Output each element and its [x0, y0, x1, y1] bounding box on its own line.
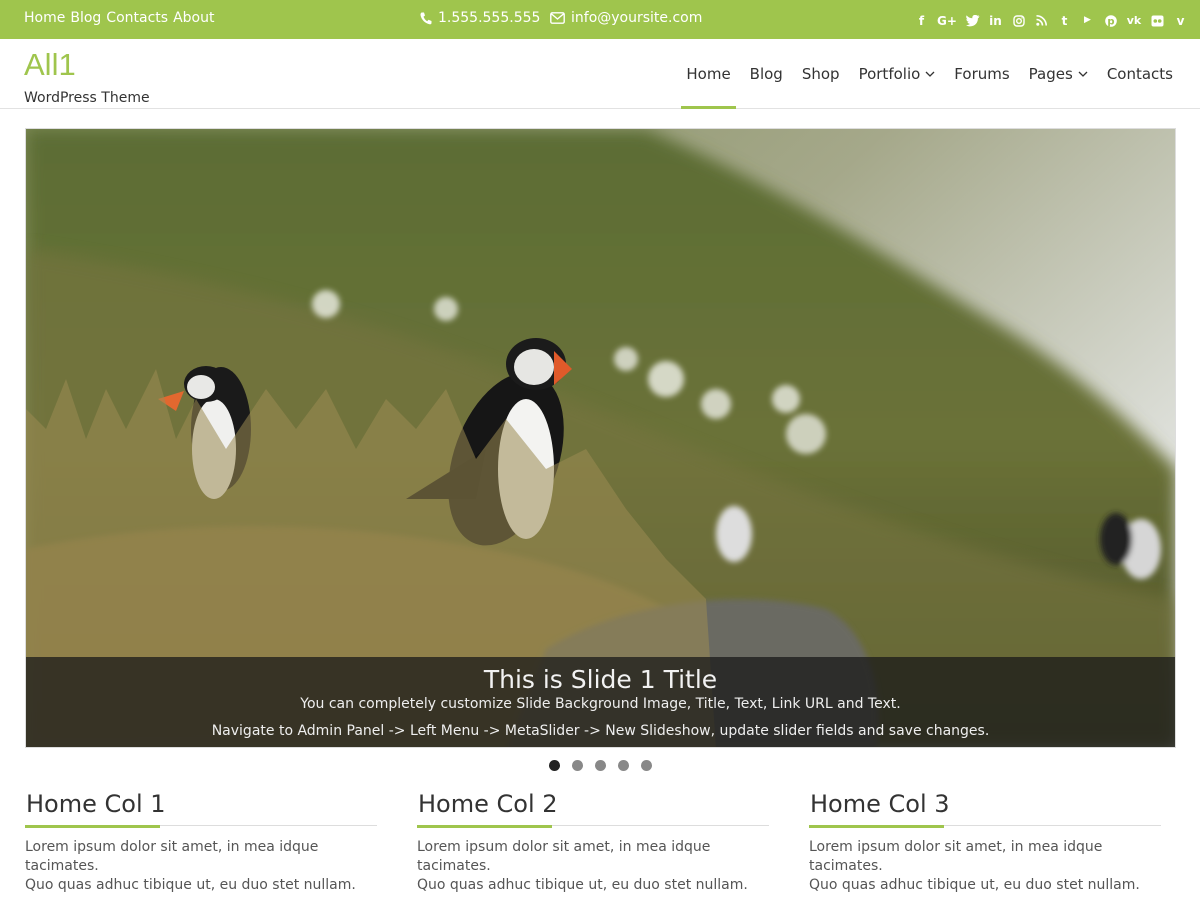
top-link-about[interactable]: About — [173, 10, 214, 26]
top-bar: Home Blog Contacts About 1.555.555.555 i… — [0, 0, 1200, 39]
slider-dot-3[interactable] — [595, 760, 606, 771]
hero-slider[interactable]: This is Slide 1 Title You can completely… — [25, 128, 1176, 748]
nav-item-portfolio[interactable]: Portfolio — [854, 39, 941, 109]
slider-dot-4[interactable] — [618, 760, 629, 771]
phone-number: 1.555.555.555 — [438, 10, 541, 26]
top-link-contacts[interactable]: Contacts — [106, 10, 168, 26]
slide-title: This is Slide 1 Title — [483, 665, 718, 694]
tumblr-icon[interactable]: t — [1057, 13, 1072, 28]
nav-item-label: Forums — [954, 65, 1010, 83]
column-title: Home Col 2 — [418, 790, 558, 818]
phone-contact[interactable]: 1.555.555.555 — [420, 10, 540, 26]
top-link-blog[interactable]: Blog — [70, 10, 101, 26]
nav-item-contacts[interactable]: Contacts — [1102, 39, 1178, 109]
slide-text-line-2: Navigate to Admin Panel -> Left Menu -> … — [211, 723, 990, 739]
youtube-icon[interactable]: ▶ — [1080, 13, 1095, 28]
pinterest-icon[interactable]: p — [1103, 13, 1118, 28]
slide-text-line-1: You can completely customize Slide Backg… — [300, 696, 901, 712]
social-icons: f G+ in t ▶ p vk v — [906, 13, 1188, 28]
slider-pagination — [549, 760, 664, 771]
slider-dot-5[interactable] — [641, 760, 652, 771]
slider-dot-1[interactable] — [549, 760, 560, 771]
envelope-icon — [550, 12, 565, 24]
nav-item-label: Portfolio — [858, 65, 921, 83]
nav-item-label: Blog — [749, 65, 783, 83]
linkedin-icon[interactable]: in — [988, 13, 1003, 28]
vine-icon[interactable]: v — [1173, 13, 1188, 28]
column-text: Lorem ipsum dolor sit amet, in mea idque… — [809, 839, 1140, 893]
nav-item-label: Shop — [801, 65, 840, 83]
top-links: Home Blog Contacts About — [24, 10, 219, 26]
home-column-2: Home Col 2 Lorem ipsum dolor sit amet, i… — [417, 790, 769, 895]
column-divider — [809, 825, 1161, 828]
flickr-icon[interactable] — [1150, 13, 1165, 28]
nav-item-label: Contacts — [1106, 65, 1173, 83]
home-column-1: Home Col 1 Lorem ipsum dolor sit amet, i… — [25, 790, 377, 895]
nav-item-shop[interactable]: Shop — [797, 39, 845, 109]
home-column-3: Home Col 3 Lorem ipsum dolor sit amet, i… — [809, 790, 1161, 895]
rss-icon[interactable] — [1034, 13, 1049, 28]
column-title: Home Col 3 — [810, 790, 950, 818]
nav-item-home[interactable]: Home — [681, 39, 736, 109]
chevron-down-icon — [925, 71, 935, 77]
google-plus-icon[interactable]: G+ — [937, 13, 957, 28]
nav-item-blog[interactable]: Blog — [745, 39, 788, 109]
chevron-down-icon — [1078, 71, 1088, 77]
nav-item-pages[interactable]: Pages — [1024, 39, 1093, 109]
facebook-icon[interactable]: f — [914, 13, 929, 28]
slide-background-image — [26, 129, 1175, 747]
vk-icon[interactable]: vk — [1126, 13, 1142, 28]
twitter-icon[interactable] — [965, 13, 980, 28]
slide-caption: This is Slide 1 Title You can completely… — [26, 657, 1175, 747]
nav-item-label: Home — [686, 65, 731, 83]
column-divider — [25, 825, 377, 828]
svg-text:p: p — [1107, 16, 1114, 27]
top-link-home[interactable]: Home — [24, 10, 65, 26]
instagram-icon[interactable] — [1011, 13, 1026, 28]
column-text: Lorem ipsum dolor sit amet, in mea idque… — [417, 839, 748, 893]
main-nav: Home Blog Shop Portfolio Forums Pages Co… — [672, 39, 1178, 109]
site-header: All1 WordPress Theme Home Blog Shop Port… — [0, 39, 1200, 109]
email-address: info@yoursite.com — [571, 10, 703, 26]
slider-dot-2[interactable] — [572, 760, 583, 771]
site-logo[interactable]: All1 — [24, 47, 76, 83]
column-title: Home Col 1 — [26, 790, 166, 818]
site-tagline: WordPress Theme — [24, 90, 150, 106]
nav-item-forums[interactable]: Forums — [949, 39, 1014, 109]
column-divider — [417, 825, 769, 828]
phone-icon — [420, 12, 432, 24]
email-contact[interactable]: info@yoursite.com — [550, 10, 702, 26]
nav-item-label: Pages — [1028, 65, 1073, 83]
column-text: Lorem ipsum dolor sit amet, in mea idque… — [25, 839, 356, 893]
